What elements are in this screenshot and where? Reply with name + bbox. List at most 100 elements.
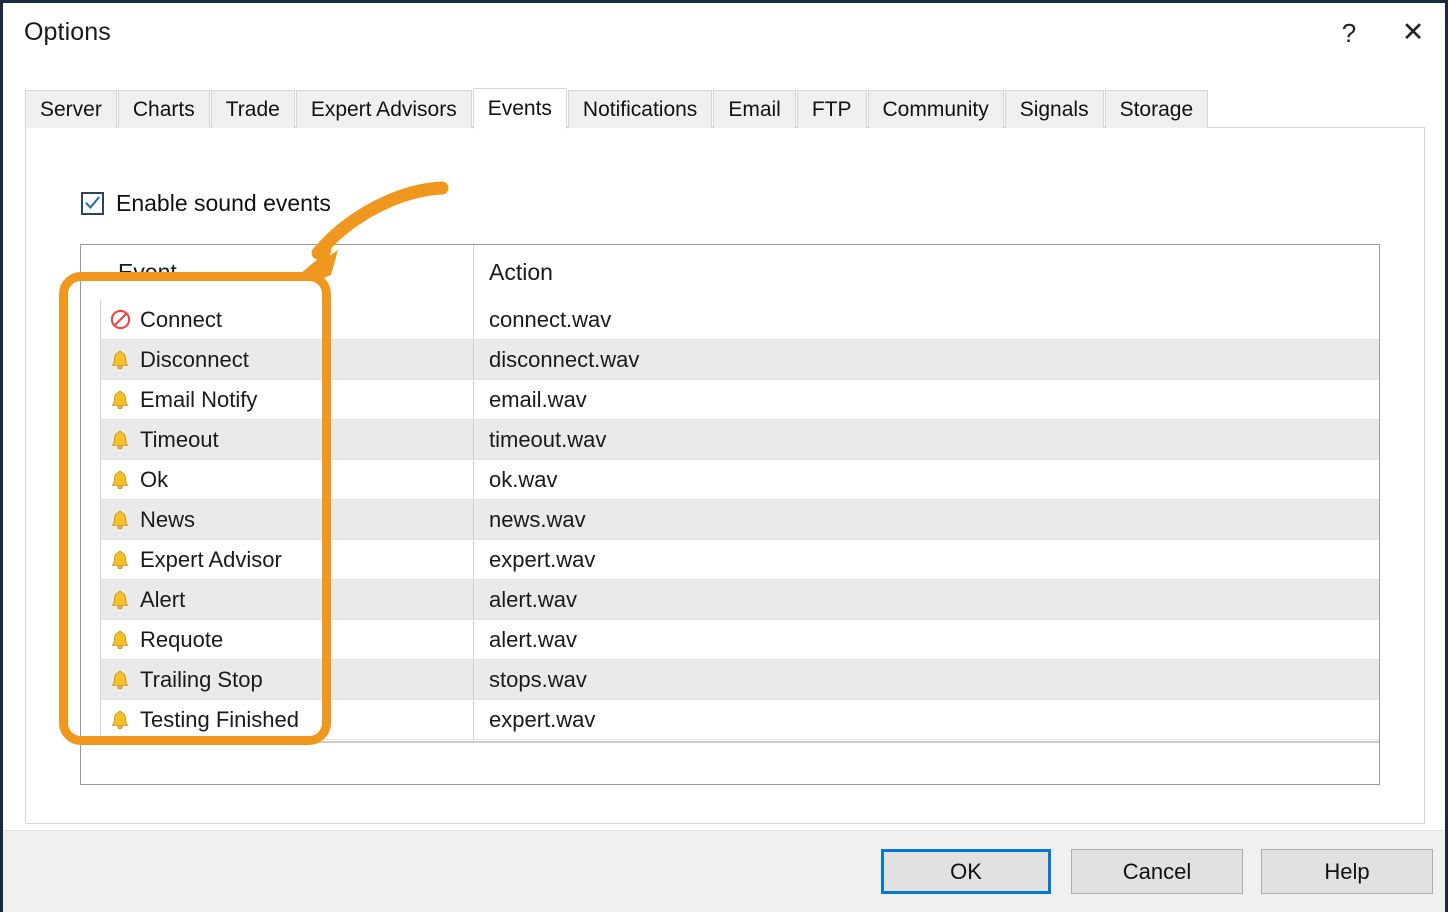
column-header-event[interactable]: Event — [100, 259, 473, 286]
help-button-footer[interactable]: Help — [1261, 849, 1433, 894]
cancel-button[interactable]: Cancel — [1071, 849, 1243, 894]
bell-icon — [111, 510, 129, 530]
table-row[interactable]: Requote alert.wav — [100, 620, 1379, 660]
cell-event[interactable]: Ok — [100, 460, 473, 499]
event-name-label: Trailing Stop — [140, 667, 263, 693]
bell-icon[interactable] — [109, 387, 131, 413]
sound-events-table-inner: Event Action Connect connect.wav Disconnec… — [100, 245, 1379, 784]
bell-icon — [111, 630, 129, 650]
bell-icon[interactable] — [109, 507, 131, 533]
cell-action[interactable]: email.wav — [473, 380, 1379, 419]
tab-storage[interactable]: Storage — [1105, 90, 1209, 128]
cell-action[interactable]: expert.wav — [473, 540, 1379, 579]
cell-event[interactable]: Disconnect — [100, 340, 473, 379]
table-row[interactable]: Connect connect.wav — [100, 300, 1379, 340]
tab-community[interactable]: Community — [868, 90, 1004, 128]
bell-icon — [111, 390, 129, 410]
checkmark-icon — [85, 196, 100, 211]
enable-sound-events-checkbox[interactable] — [81, 192, 104, 215]
table-row[interactable]: Timeout timeout.wav — [100, 420, 1379, 460]
enable-sound-events-label: Enable sound events — [116, 190, 331, 217]
tab-strip: ServerChartsTradeExpert AdvisorsEventsNo… — [25, 87, 1423, 128]
event-name-label: Disconnect — [140, 347, 249, 373]
tab-events[interactable]: Events — [473, 88, 567, 129]
cell-action[interactable]: connect.wav — [473, 300, 1379, 339]
tab-email[interactable]: Email — [713, 90, 796, 128]
event-name-label: Alert — [140, 587, 185, 613]
enable-sound-events-row[interactable]: Enable sound events — [81, 190, 331, 217]
cell-event[interactable]: Testing Finished — [100, 700, 473, 739]
bell-icon — [111, 710, 129, 730]
table-row[interactable]: Alert alert.wav — [100, 580, 1379, 620]
event-name-label: Connect — [140, 307, 222, 333]
ok-button[interactable]: OK — [881, 849, 1051, 894]
cell-action[interactable]: ok.wav — [473, 460, 1379, 499]
tab-notifications[interactable]: Notifications — [568, 90, 712, 128]
cell-action[interactable]: disconnect.wav — [473, 340, 1379, 379]
close-button[interactable]: ✕ — [1381, 3, 1445, 62]
bell-icon — [111, 350, 129, 370]
tab-trade[interactable]: Trade — [211, 90, 295, 128]
cell-event[interactable]: News — [100, 500, 473, 539]
bell-icon — [111, 470, 129, 490]
event-name-label: Testing Finished — [140, 707, 299, 733]
window-title: Options — [24, 18, 111, 47]
disabled-circle-icon[interactable] — [109, 307, 131, 333]
cell-event[interactable]: Connect — [100, 300, 473, 339]
bell-icon[interactable] — [109, 707, 131, 733]
cell-action[interactable]: news.wav — [473, 500, 1379, 539]
table-row[interactable]: News news.wav — [100, 500, 1379, 540]
cell-action[interactable]: expert.wav — [473, 700, 1379, 739]
bell-icon[interactable] — [109, 347, 131, 373]
tab-server[interactable]: Server — [25, 90, 117, 128]
table-row[interactable]: Ok ok.wav — [100, 460, 1379, 500]
sound-events-table: Event Action Connect connect.wav Disconnec… — [80, 244, 1380, 785]
table-row[interactable]: Email Notify email.wav — [100, 380, 1379, 420]
cell-event[interactable]: Alert — [100, 580, 473, 619]
cell-action[interactable]: timeout.wav — [473, 420, 1379, 459]
table-row[interactable]: Disconnect disconnect.wav — [100, 340, 1379, 380]
action-file-label: news.wav — [489, 507, 586, 533]
bell-icon — [111, 550, 129, 570]
table-body: Connect connect.wav Disconnect disconnect.w… — [100, 300, 1379, 740]
tab-signals[interactable]: Signals — [1005, 90, 1104, 128]
cell-event[interactable]: Timeout — [100, 420, 473, 459]
bell-icon[interactable] — [109, 667, 131, 693]
action-file-label: expert.wav — [489, 547, 595, 573]
table-row[interactable]: Testing Finished expert.wav — [100, 700, 1379, 740]
table-header-row: Event Action — [100, 245, 1379, 300]
bell-icon[interactable] — [109, 587, 131, 613]
table-row[interactable]: Trailing Stop stops.wav — [100, 660, 1379, 700]
column-header-action[interactable]: Action — [473, 245, 1379, 300]
bell-icon[interactable] — [109, 467, 131, 493]
options-dialog: Options ? ✕ ServerChartsTradeExpert Advi… — [0, 0, 1448, 912]
cell-action[interactable]: alert.wav — [473, 580, 1379, 619]
action-file-label: ok.wav — [489, 467, 557, 493]
event-name-label: Requote — [140, 627, 223, 653]
tab-ftp[interactable]: FTP — [797, 90, 867, 128]
cell-action[interactable]: stops.wav — [473, 660, 1379, 699]
bell-icon[interactable] — [109, 627, 131, 653]
events-tab-panel: Enable sound events Event Action Connect… — [25, 127, 1425, 824]
table-bottom-divider — [100, 741, 1379, 743]
action-file-label: email.wav — [489, 387, 587, 413]
bell-icon[interactable] — [109, 547, 131, 573]
help-button[interactable]: ? — [1317, 3, 1381, 62]
event-name-label: Expert Advisor — [140, 547, 282, 573]
action-file-label: stops.wav — [489, 667, 587, 693]
bell-icon[interactable] — [109, 427, 131, 453]
event-name-label: Email Notify — [140, 387, 257, 413]
action-file-label: timeout.wav — [489, 427, 606, 453]
tab-charts[interactable]: Charts — [118, 90, 210, 128]
bell-icon — [111, 430, 129, 450]
cell-event[interactable]: Expert Advisor — [100, 540, 473, 579]
action-file-label: connect.wav — [489, 307, 611, 333]
table-row[interactable]: Expert Advisor expert.wav — [100, 540, 1379, 580]
dialog-footer: OK Cancel Help — [3, 830, 1445, 912]
cell-event[interactable]: Trailing Stop — [100, 660, 473, 699]
cell-action[interactable]: alert.wav — [473, 620, 1379, 659]
tab-expert-advisors[interactable]: Expert Advisors — [296, 90, 472, 128]
action-file-label: expert.wav — [489, 707, 595, 733]
cell-event[interactable]: Email Notify — [100, 380, 473, 419]
cell-event[interactable]: Requote — [100, 620, 473, 659]
